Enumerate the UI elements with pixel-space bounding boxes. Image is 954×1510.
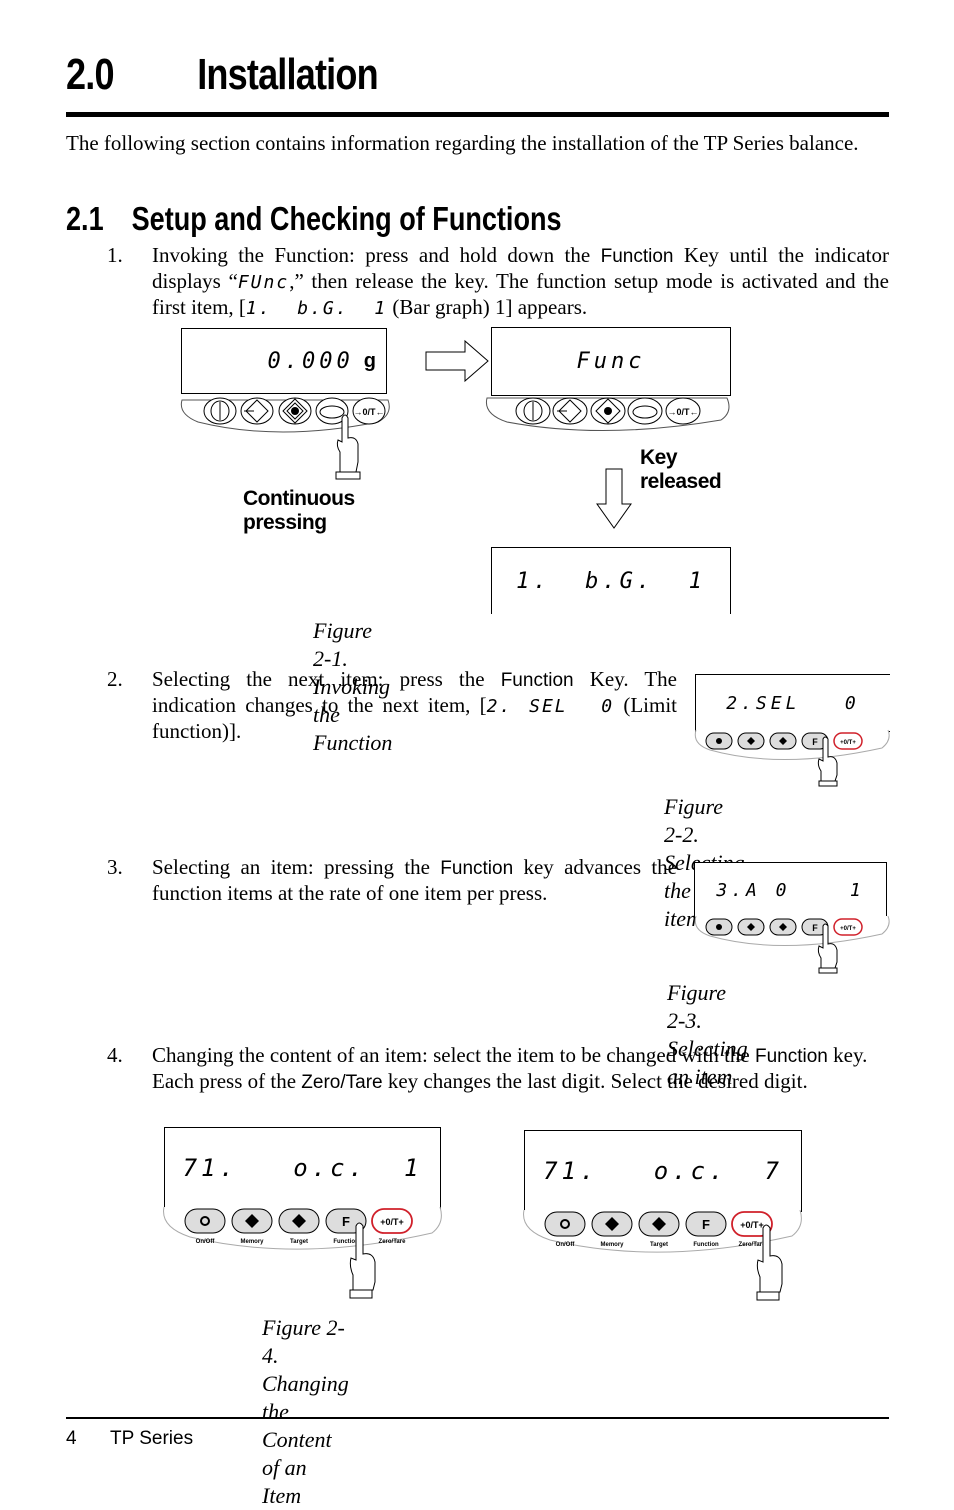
lcd-display: 71. o.c. 1 — [164, 1127, 441, 1209]
intro-paragraph: The following section contains informati… — [66, 131, 859, 155]
lcd-display: 1. b.G. 1 — [491, 547, 731, 614]
svg-text:Memory: Memory — [240, 1239, 264, 1245]
svg-text:→0/T←: →0/T← — [667, 407, 698, 417]
svg-text:On/Off: On/Off — [196, 1239, 216, 1245]
lcd-display: 3.A 0 1 — [694, 862, 887, 918]
svg-text:Target: Target — [290, 1239, 308, 1245]
arrow-down-icon — [596, 468, 632, 529]
onoff-key[interactable] — [705, 918, 733, 936]
step-number: 1. — [107, 243, 123, 267]
function-key-name: Function — [755, 1046, 828, 1067]
footer-title: TP Series — [110, 1428, 194, 1449]
subsection-heading: 2.1 Setup and Checking of Functions — [66, 200, 562, 238]
zero-tare-key-name: Zero/Tare — [301, 1072, 383, 1093]
keypad: F +0/T+ — [694, 915, 890, 946]
step-text: Changing the content of an item: select … — [152, 1043, 868, 1093]
memory-key[interactable] — [552, 397, 588, 425]
lcd-display: 0.000 g — [181, 328, 387, 394]
footer-rule — [66, 1417, 889, 1419]
section-title: Installation — [197, 50, 378, 99]
memory-key[interactable] — [240, 397, 274, 425]
target-key[interactable] — [278, 397, 312, 425]
target-key[interactable] — [769, 732, 797, 750]
memory-key[interactable] — [737, 918, 765, 936]
onoff-key[interactable] — [203, 397, 237, 425]
step-2: 2. Selecting the next item: press the Fu… — [107, 667, 677, 747]
step-number: 2. — [107, 667, 123, 691]
onoff-key[interactable] — [544, 1211, 586, 1237]
svg-text:Target: Target — [650, 1242, 668, 1248]
target-key[interactable] — [769, 918, 797, 936]
function-key-name: Function — [500, 670, 574, 691]
step-number: 3. — [107, 855, 123, 879]
step-text: Selecting the next item: press the Funct… — [152, 667, 677, 743]
onoff-key[interactable] — [184, 1208, 226, 1234]
page-number: 4 — [66, 1428, 77, 1449]
page-footer: 4 TP Series — [66, 1428, 193, 1450]
function-key-name: Function — [600, 246, 674, 267]
figure-caption: Figure 2-4. Changing the Content of an I… — [262, 1315, 349, 1508]
lcd-inline: 1. b.G. 1 — [245, 298, 388, 319]
memory-key[interactable] — [737, 732, 765, 750]
svg-text:On/Off: On/Off — [556, 1242, 576, 1248]
heading-rule — [66, 112, 889, 117]
target-key[interactable] — [590, 397, 626, 425]
finger-pointer-icon — [817, 736, 838, 787]
subsection-number: 2.1 — [66, 200, 104, 237]
label-continuous-pressing: Continuous pressing — [243, 487, 355, 534]
function-key[interactable] — [627, 397, 663, 425]
svg-text:Function: Function — [693, 1242, 719, 1248]
keypad: F +0/T+ — [694, 729, 890, 760]
lcd-inline: 2. SEL 0 — [486, 696, 615, 717]
memory-key[interactable] — [231, 1208, 273, 1234]
function-key-name: Function — [440, 858, 514, 879]
target-key[interactable] — [278, 1208, 320, 1234]
keypad: →0/T← — [485, 397, 730, 432]
svg-text:Memory: Memory — [600, 1242, 624, 1248]
zero-tare-key[interactable]: →0/T← — [665, 397, 701, 425]
lcd-display: 71. o.c. 7 — [524, 1130, 802, 1212]
target-key[interactable] — [638, 1211, 680, 1237]
svg-text:F: F — [702, 1217, 710, 1232]
arrow-right-icon — [425, 339, 489, 383]
step-text: Invoking the Function: press and hold do… — [152, 243, 889, 319]
memory-key[interactable] — [591, 1211, 633, 1237]
onoff-key[interactable] — [705, 732, 733, 750]
keypad: F +0/T+ On/Off Memory Target Function Ze… — [163, 1206, 442, 1250]
subsection-title: Setup and Checking of Functions — [131, 200, 562, 237]
finger-pointer-icon — [817, 923, 838, 974]
section-heading: 2.0 Installation — [66, 50, 379, 100]
finger-pointer-icon — [349, 1222, 376, 1299]
finger-pointer-icon — [756, 1224, 783, 1301]
step-4: 4. Changing the content of an item: sele… — [107, 1043, 889, 1123]
lcd-display: Func — [491, 327, 731, 396]
step-1: 1. Invoking the Function: press and hold… — [107, 243, 889, 323]
onoff-key[interactable] — [515, 397, 551, 425]
lcd-inline: FUnc — [237, 272, 290, 293]
label-key-released: Key released — [640, 446, 722, 493]
step-number: 4. — [107, 1043, 123, 1067]
step-text: Selecting an item: pressing the Function… — [152, 855, 677, 905]
finger-pointer-icon — [335, 414, 361, 480]
section-number: 2.0 — [66, 50, 115, 99]
function-key[interactable]: F — [685, 1211, 727, 1237]
step-3: 3. Selecting an item: pressing the Funct… — [107, 855, 677, 915]
lcd-display: 2.SEL 0 — [695, 674, 890, 732]
